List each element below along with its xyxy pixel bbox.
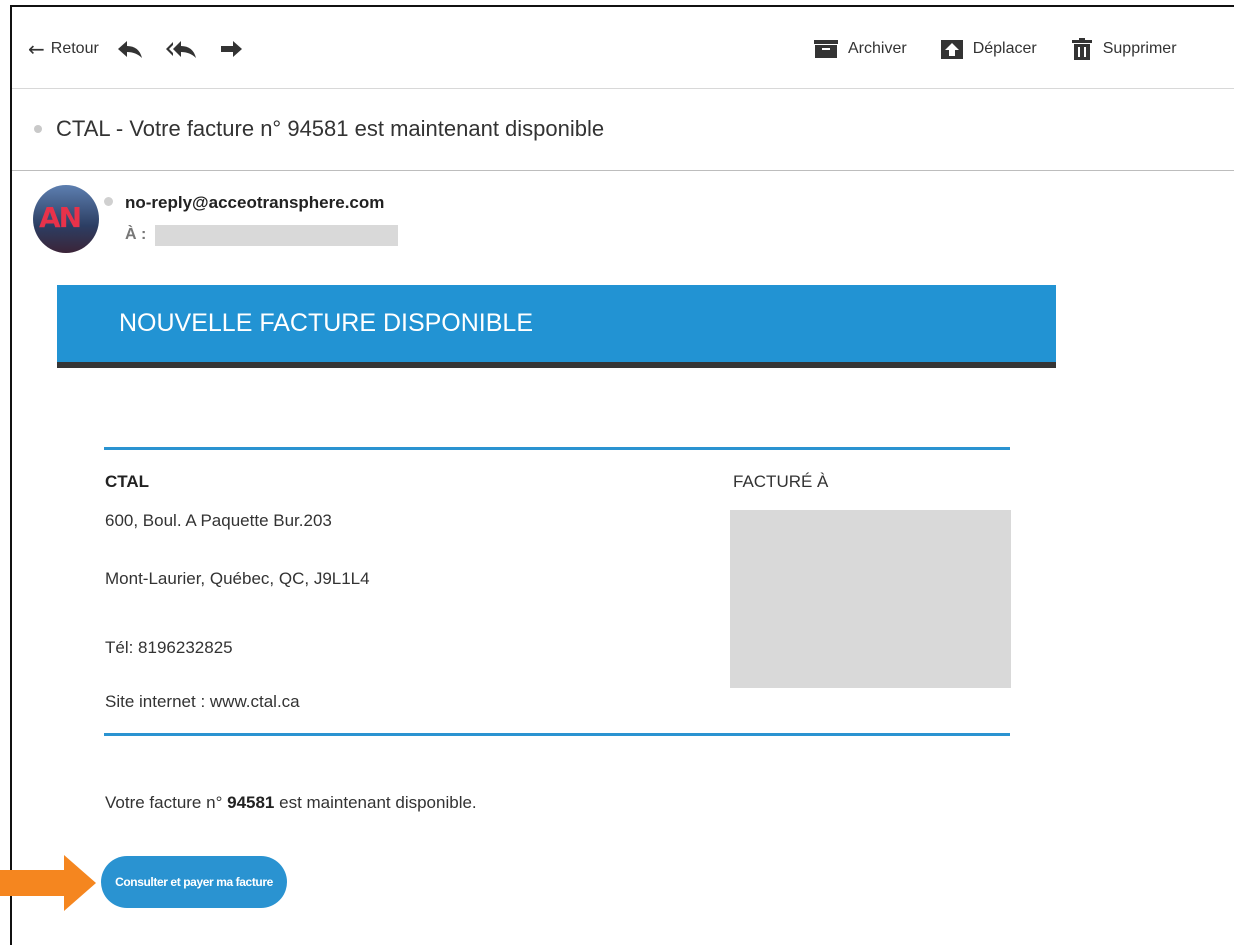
toolbar-divider	[12, 88, 1234, 89]
unread-dot-icon	[34, 125, 42, 133]
message-prefix: Votre facture n°	[105, 793, 223, 812]
billed-to-redacted	[730, 510, 1011, 688]
archive-icon	[814, 40, 838, 58]
banner-title: NOUVELLE FACTURE DISPONIBLE	[119, 309, 534, 337]
company-phone: Tél: 8196232825	[105, 638, 233, 657]
forward-icon[interactable]	[219, 39, 243, 59]
address-line-2: Mont-Laurier, Québec, QC, J9L1L4	[105, 569, 370, 588]
recipient-label: À :	[125, 226, 147, 243]
trash-icon	[1071, 38, 1092, 60]
top-rule	[104, 447, 1010, 450]
email-actions: Archiver Déplacer Supprimer	[814, 34, 1177, 64]
pay-invoice-button[interactable]: Consulter et payer ma facture	[101, 856, 287, 908]
subject-divider	[12, 170, 1234, 171]
avatar-logo-icon: AN	[39, 201, 82, 234]
sender-avatar: AN	[33, 185, 99, 253]
company-name: CTAL	[105, 472, 150, 491]
move-label: Déplacer	[972, 40, 1037, 57]
delete-button[interactable]: Supprimer	[1071, 38, 1177, 60]
address-line-1: 600, Boul. A Paquette Bur.203	[105, 511, 332, 530]
sender-status-dot-icon	[104, 197, 113, 206]
bottom-rule	[104, 733, 1010, 736]
invoice-number: 94581	[227, 793, 275, 812]
recipient-redacted	[155, 225, 398, 246]
email-toolbar: ← Retour	[28, 34, 265, 64]
reply-all-icon[interactable]	[165, 39, 197, 59]
back-arrow-icon: ←	[28, 37, 45, 61]
move-icon	[940, 40, 963, 59]
delete-label: Supprimer	[1102, 40, 1177, 57]
reply-icon[interactable]	[117, 39, 143, 59]
archive-label: Archiver	[848, 40, 907, 57]
move-button[interactable]: Déplacer	[940, 39, 1037, 59]
sender-address[interactable]: no-reply@acceotransphere.com	[125, 193, 384, 213]
back-button[interactable]: ← Retour	[28, 37, 99, 61]
subject-row: CTAL - Votre facture n° 94581 est mainte…	[34, 116, 604, 142]
company-website: Site internet : www.ctal.ca	[105, 692, 300, 711]
archive-button[interactable]: Archiver	[814, 39, 907, 59]
invoice-message: Votre facture n° 94581 est maintenant di…	[105, 793, 477, 813]
back-label: Retour	[50, 40, 99, 57]
message-suffix: est maintenant disponible.	[279, 793, 477, 812]
invoice-banner: NOUVELLE FACTURE DISPONIBLE	[57, 285, 1056, 368]
billed-to-label: FACTURÉ À	[733, 472, 829, 491]
email-subject: CTAL - Votre facture n° 94581 est mainte…	[56, 116, 605, 141]
annotation-arrow-icon	[0, 855, 96, 911]
